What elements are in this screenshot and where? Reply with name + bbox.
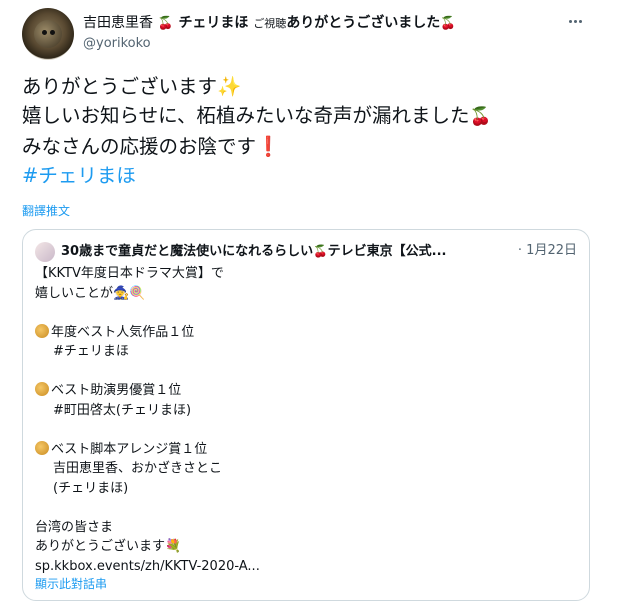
- quoted-date[interactable]: · 1月22日: [518, 242, 577, 260]
- cherry-icon: 🍒: [469, 107, 492, 127]
- cherry-icon: 🍒: [313, 244, 328, 258]
- tweet-line-2: 嬉しいお知らせに、柘植みたいな奇声が漏れました: [22, 104, 470, 127]
- more-icon[interactable]: [569, 14, 591, 28]
- quoted-line: 吉田恵里香、おかざきさとこ: [53, 461, 223, 476]
- tweet-line-1: ありがとうございます: [22, 75, 218, 98]
- avatar[interactable]: [22, 8, 74, 60]
- quoted-header: 30歳まで童貞だと魔法使いになれるらしい🍒テレビ東京【公式... · 1月22日: [61, 242, 581, 261]
- tweet-text: ありがとうございます✨ 嬉しいお知らせに、柘植みたいな奇声が漏れました🍒 みなさ…: [22, 72, 612, 190]
- quoted-line: #町田啓太(チェリまほ): [53, 402, 192, 418]
- quoted-hashtag[interactable]: #チェリまほ: [53, 344, 129, 359]
- quoted-line: 台湾の皆さま: [35, 519, 114, 535]
- medal-icon: [35, 323, 49, 338]
- author-name[interactable]: 吉田恵里香 🍒 チェリまほ ご視聴ありがとうございました🍒: [83, 14, 456, 33]
- quoted-line: ベスト脚本アレンジ賞１位: [51, 441, 208, 457]
- exclamation-icon: ❗: [256, 135, 281, 158]
- cherry-icon: 🍒: [440, 15, 456, 30]
- translate-tweet-link[interactable]: 翻譯推文: [22, 202, 70, 219]
- quoted-line: 嬉しいことが: [35, 285, 114, 301]
- quoted-line: ベスト助演男優賞１位: [51, 383, 182, 398]
- avatar-eye-left: [42, 30, 47, 35]
- quoted-tweet[interactable]: 30歳まで童貞だと魔法使いになれるらしい🍒テレビ東京【公式... · 1月22日…: [22, 229, 590, 601]
- cherry-icon: 🍒: [157, 15, 174, 30]
- author-name-text: 吉田恵里香: [83, 15, 153, 31]
- quoted-avatar[interactable]: [35, 242, 55, 262]
- avatar-eye-right: [50, 30, 55, 35]
- lollipop-emoji-icon: 🍭: [129, 285, 146, 301]
- more-dot: [574, 19, 577, 23]
- more-dot: [569, 19, 572, 23]
- tweet[interactable]: 吉田恵里香 🍒 チェリまほ ご視聴ありがとうございました🍒 @yorikoko …: [0, 0, 624, 616]
- tweet-line-3: みなさんの応援のお陰です: [22, 135, 257, 158]
- quoted-author-name: 30歳まで童貞だと魔法使いになれるらしい: [61, 244, 314, 259]
- sparkles-icon: ✨: [217, 75, 242, 98]
- quoted-line: 年度ベスト人気作品１位: [51, 324, 195, 340]
- hashtag-link[interactable]: #チェリまほ: [22, 164, 136, 187]
- author-name-suffix-1: チェリまほ: [178, 15, 249, 31]
- show-thread-link[interactable]: 顯示此對話串: [35, 575, 107, 592]
- author-name-suffix-2: ありがとうございました: [286, 15, 441, 31]
- quoted-text: 【KKTV年度日本ドラマ大賞】で 嬉しいことが🧙🍭 年度ベスト人気作品１位 #チ…: [35, 264, 575, 576]
- quoted-line: 【KKTV年度日本ドラマ大賞】で: [35, 266, 224, 281]
- more-dot: [579, 19, 582, 23]
- author-name-suffix-small: ご視聴: [253, 17, 287, 30]
- wizard-emoji-icon: 🧙: [113, 285, 130, 301]
- medal-icon: [35, 382, 49, 396]
- quoted-author-suffix: テレビ東京【公式...: [327, 244, 447, 259]
- quoted-link[interactable]: sp.kkbox.events/zh/KKTV-2020-A...: [35, 557, 575, 577]
- quoted-line: (チェリまほ): [53, 480, 129, 496]
- bouquet-emoji-icon: 💐: [165, 539, 182, 554]
- quoted-line: ありがとうございます: [35, 539, 166, 554]
- medal-icon: [35, 440, 49, 455]
- avatar-face: [34, 20, 62, 48]
- author-handle[interactable]: @yorikoko: [83, 36, 151, 51]
